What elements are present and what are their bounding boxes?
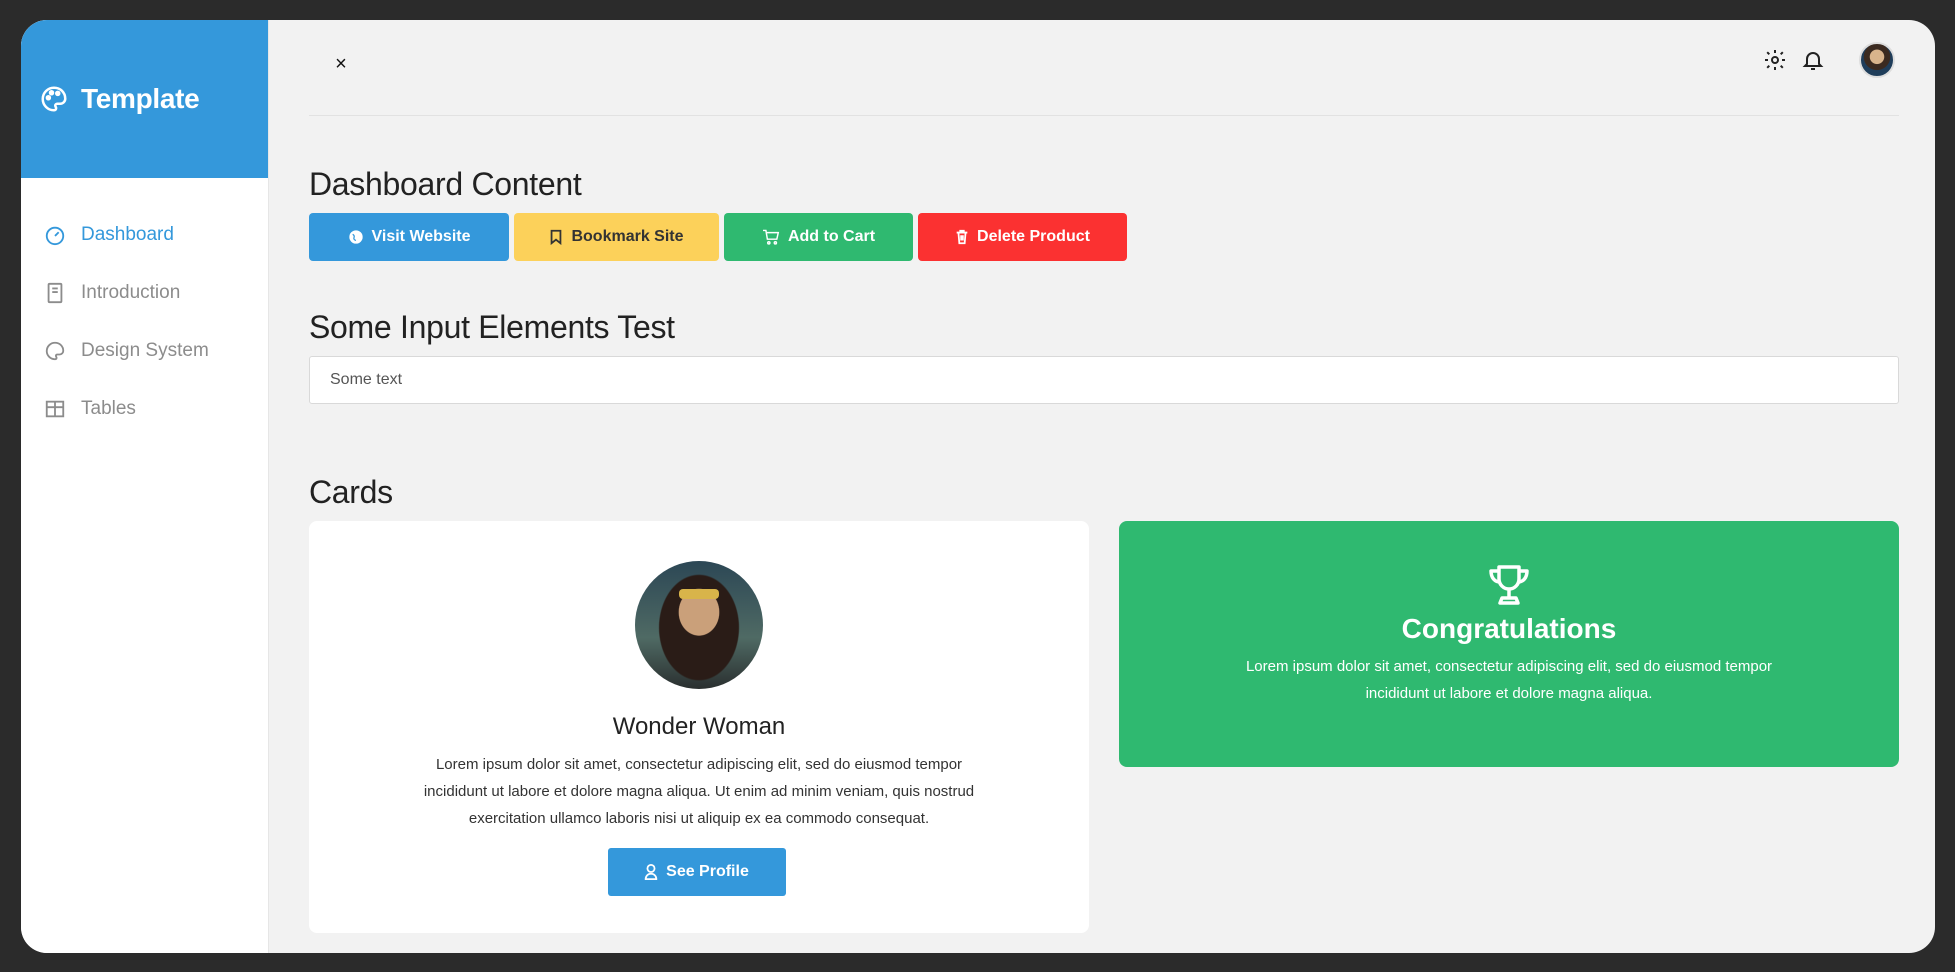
book-icon	[43, 281, 67, 305]
button-label: Visit Website	[371, 228, 471, 245]
sidebar-nav: Dashboard Introduction Design System Tab…	[21, 178, 268, 438]
brand-title[interactable]: Template	[81, 83, 200, 115]
sidebar-item-label: Tables	[81, 398, 136, 419]
table-icon	[43, 397, 67, 421]
avatar[interactable]	[1859, 42, 1895, 78]
trash-icon	[956, 229, 968, 245]
profile-image	[635, 561, 763, 689]
sidebar-item-dashboard[interactable]: Dashboard	[21, 206, 268, 264]
gauge-icon	[43, 223, 67, 247]
palette-icon	[39, 84, 69, 114]
congratulations-card: Congratulations Lorem ipsum dolor sit am…	[1119, 521, 1899, 767]
text-input[interactable]	[309, 356, 1899, 404]
cart-icon	[762, 229, 780, 245]
trophy-icon	[1489, 565, 1529, 605]
top-icons	[1749, 42, 1895, 78]
bookmark-icon	[551, 229, 562, 245]
top-bar: ×	[309, 20, 1899, 116]
bell-icon[interactable]	[1801, 48, 1825, 72]
congrats-description: Lorem ipsum dolor sit amet, consectetur …	[1245, 658, 1773, 702]
sidebar-item-introduction[interactable]: Introduction	[21, 264, 268, 322]
sidebar-item-tables[interactable]: Tables	[21, 380, 268, 438]
add-to-cart-button[interactable]: Add to Cart	[724, 213, 913, 261]
globe-icon	[348, 230, 363, 244]
button-label: Add to Cart	[787, 228, 876, 245]
sidebar-item-label: Introduction	[81, 282, 181, 303]
bookmark-site-button[interactable]: Bookmark Site	[514, 213, 719, 261]
delete-product-button[interactable]: Delete Product	[918, 213, 1127, 261]
palette-icon	[43, 339, 67, 363]
section-title-dashboard: Dashboard Content	[309, 166, 582, 202]
section-title-cards: Cards	[309, 474, 393, 510]
close-button[interactable]: ×	[329, 52, 353, 76]
congrats-title: Congratulations	[1401, 613, 1617, 644]
gear-icon[interactable]	[1763, 48, 1787, 72]
cards-row: Wonder Woman Lorem ipsum dolor sit amet,…	[309, 521, 1899, 933]
sidebar-item-label: Design System	[81, 340, 209, 361]
visit-website-button[interactable]: Visit Website	[309, 213, 509, 261]
profile-card: Wonder Woman Lorem ipsum dolor sit amet,…	[309, 521, 1089, 933]
brand-header: Template	[21, 20, 268, 178]
app-window: Template Dashboard Introduction Design S…	[21, 20, 1935, 953]
profile-description: Lorem ipsum dolor sit amet, consectetur …	[423, 756, 975, 827]
sidebar-item-label: Dashboard	[81, 224, 174, 245]
main-content: × Dashboard Content Visit Website Bookma…	[269, 20, 1935, 953]
see-profile-button[interactable]: See Profile	[607, 848, 786, 896]
section-title-inputs: Some Input Elements Test	[309, 309, 675, 345]
user-icon	[644, 864, 658, 880]
sidebar-item-design-system[interactable]: Design System	[21, 322, 268, 380]
button-label: See Profile	[666, 863, 749, 880]
button-row: Visit Website Bookmark Site Add to Cart …	[309, 213, 1899, 261]
profile-name: Wonder Woman	[612, 713, 786, 740]
button-label: Delete Product	[977, 228, 1090, 245]
sidebar: Template Dashboard Introduction Design S…	[21, 20, 269, 953]
button-label: Bookmark Site	[571, 228, 684, 245]
